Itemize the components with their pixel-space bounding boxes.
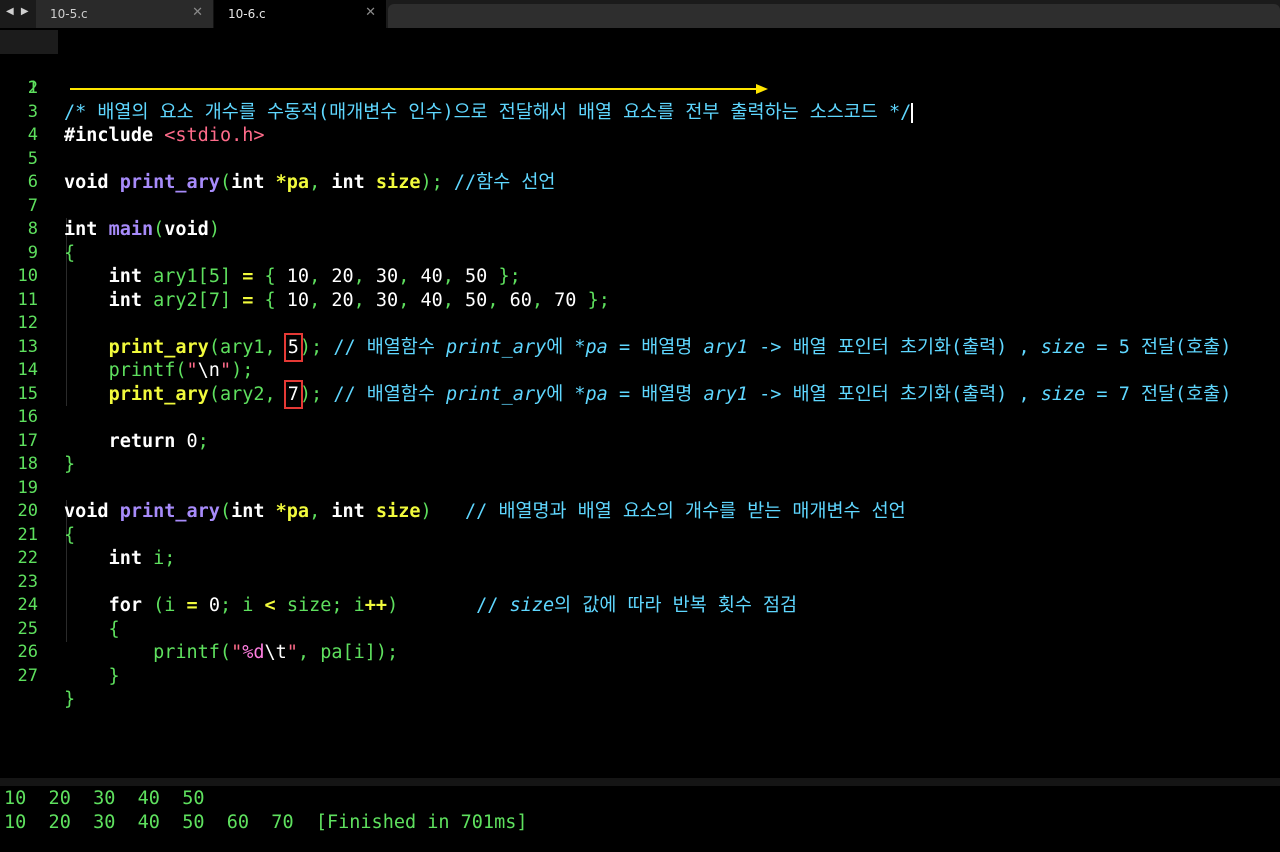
close-icon[interactable]: ✕	[192, 5, 203, 20]
code-line-27[interactable]: 27 }	[0, 641, 1280, 711]
tab-label: 10-5.c	[50, 7, 88, 21]
code-line-19[interactable]: 19 void print_ary(int *pa, int size) // …	[0, 453, 1280, 523]
code-line-9[interactable]: 9 int ary1[5] = { 10, 20, 30, 40, 50 };	[0, 218, 1280, 288]
code-line-2[interactable]: 2	[0, 54, 1280, 98]
code-line-18[interactable]: 18	[0, 430, 1280, 474]
close-icon[interactable]: ✕	[365, 5, 376, 20]
code-line-20[interactable]: 20 {	[0, 477, 1280, 546]
code-line-5[interactable]: 5 void print_ary(int *pa, int size); //함…	[0, 124, 1280, 194]
line-number: 27	[17, 665, 38, 686]
tab-bar: ◀ ▶ 10-5.c ✕ 10-6.c ✕	[0, 0, 1280, 28]
tab-10-6-c[interactable]: 10-6.c ✕	[214, 0, 386, 28]
code-line-26[interactable]: 26 }	[0, 618, 1280, 687]
code-line-1[interactable]: 1 /* 배열의 요소 개수를 수동적(매개변수 인수)으로 전달해서 배열 요…	[0, 30, 1280, 123]
current-line-highlight	[0, 30, 58, 54]
code-text: }	[64, 665, 120, 687]
code-line-25[interactable]: 25 printf("%d\t", pa[i]);	[0, 594, 1280, 664]
code-line-4[interactable]: 4	[0, 101, 1280, 145]
code-line-7[interactable]: 7 int main(void)	[0, 171, 1280, 241]
code-line-8[interactable]: 8 {	[0, 195, 1280, 264]
code-line-23[interactable]: 23 for (i = 0; i < size; i++) // size의 값…	[0, 547, 1280, 617]
code-line-13[interactable]: 13 printf("\n");	[0, 312, 1280, 382]
tab-nav-arrows-icon[interactable]: ◀ ▶	[6, 6, 31, 17]
tab-bar-empty-area	[388, 4, 1280, 28]
output-line: 10 20 30 40 50	[4, 788, 205, 809]
output-panel-divider[interactable]	[0, 778, 1280, 786]
code-line-11[interactable]: 11	[0, 265, 1280, 310]
code-editor[interactable]: 1 /* 배열의 요소 개수를 수동적(매개변수 인수)으로 전달해서 배열 요…	[0, 28, 1280, 778]
output-line: 10 20 30 40 50 60 70 [Finished in 701ms]	[4, 812, 528, 833]
tab-label: 10-6.c	[228, 7, 266, 21]
code-line-24[interactable]: 24 {	[0, 571, 1280, 640]
code-line-21[interactable]: 21 int i;	[0, 500, 1280, 570]
code-line-14[interactable]: 14 print_ary(ary2, 7); // 배열함수 print_ary…	[0, 336, 1280, 409]
code-line-10[interactable]: 10 int ary2[7] = { 10, 20, 30, 40, 50, 6…	[0, 242, 1280, 311]
code-line-22[interactable]: 22	[0, 524, 1280, 568]
code-text: }	[64, 689, 76, 710]
code-line-6[interactable]: 6	[0, 148, 1280, 192]
build-output-panel[interactable]: 10 20 30 40 50 10 20 30 40 50 60 70 [Fin…	[0, 786, 1280, 852]
code-line-15[interactable]: 15	[0, 359, 1280, 404]
code-line-12[interactable]: 12 print_ary(ary1, 5); // 배열함수 print_ary…	[0, 289, 1280, 362]
code-line-17[interactable]: 17 }	[0, 406, 1280, 476]
code-line-16[interactable]: 16 return 0;	[0, 383, 1280, 452]
tab-10-5-c[interactable]: 10-5.c ✕	[36, 0, 214, 28]
code-line-3[interactable]: 3 #include <stdio.h>	[0, 77, 1280, 147]
